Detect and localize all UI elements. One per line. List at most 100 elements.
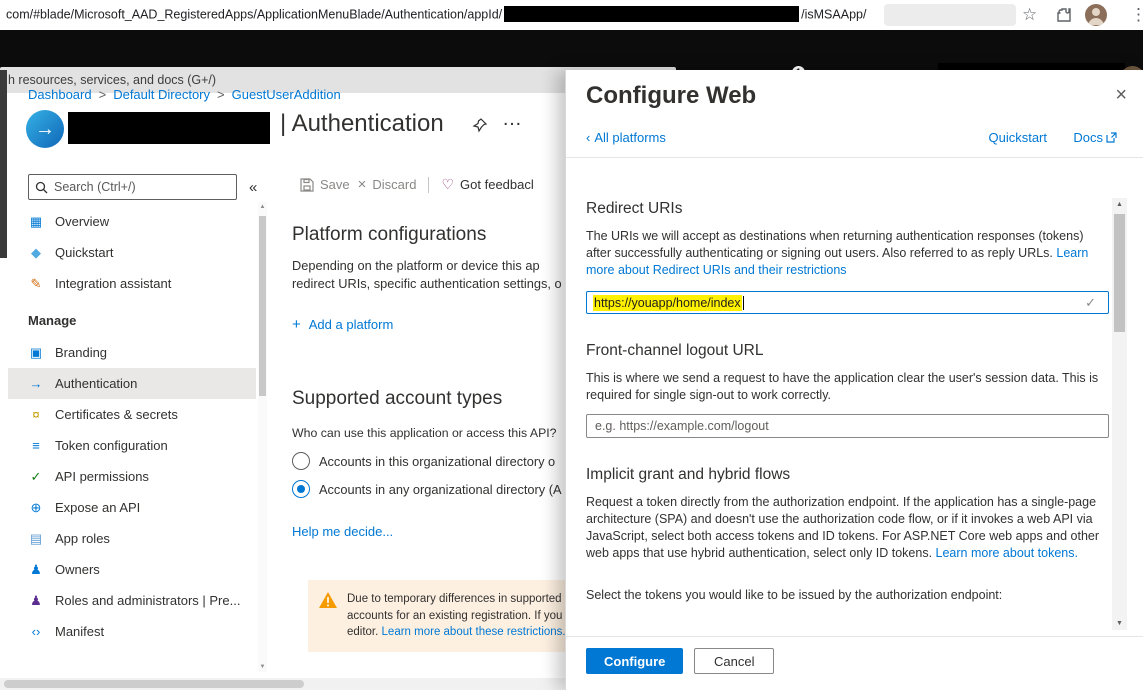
scroll-up-icon[interactable]: ▲: [258, 204, 267, 210]
pin-icon[interactable]: [472, 118, 487, 138]
save-button[interactable]: Save: [300, 177, 350, 192]
discard-button[interactable]: × Discard: [358, 176, 417, 193]
quickstart-link[interactable]: Quickstart: [988, 130, 1047, 145]
radio-single-tenant[interactable]: Accounts in this organizational director…: [292, 452, 555, 470]
app-registration-icon: →: [26, 110, 64, 148]
scroll-down-icon[interactable]: ▼: [1112, 620, 1127, 627]
scroll-up-icon[interactable]: ▲: [1112, 201, 1127, 208]
horizontal-scrollbar-thumb[interactable]: [4, 680, 304, 688]
extensions-puzzle-icon[interactable]: [1056, 7, 1072, 28]
panel-scrollbar-thumb[interactable]: [1114, 214, 1125, 332]
browser-profile-avatar[interactable]: [1085, 4, 1107, 26]
account-types-question: Who can use this application or access t…: [292, 426, 557, 440]
sidebar-item-token-configuration[interactable]: ≡Token configuration: [8, 430, 256, 461]
sidebar-item-label: Integration assistant: [55, 276, 171, 291]
branding-icon: ▣: [28, 345, 44, 361]
url-prefix: com/#blade/Microsoft_AAD_RegisteredApps/…: [6, 7, 502, 21]
browser-chrome: com/#blade/Microsoft_AAD_RegisteredApps/…: [0, 0, 1143, 30]
got-feedback-button[interactable]: ♡ Got feedbacl: [441, 176, 533, 193]
sidebar-item-authentication[interactable]: → Authentication: [8, 368, 256, 399]
scrollbar-thumb[interactable]: [259, 216, 266, 396]
sidebar-item-label: Authentication: [55, 376, 137, 391]
warning-restrictions-link[interactable]: Learn more about these restrictions.: [382, 626, 565, 638]
scroll-down-icon[interactable]: ▼: [258, 664, 267, 670]
sidebar-search-input[interactable]: [54, 180, 219, 194]
overview-icon: ▦: [28, 214, 44, 230]
warning-line2: accounts for an existing registration. I…: [347, 608, 565, 625]
breadcrumb-directory[interactable]: Default Directory: [113, 87, 210, 102]
sidebar-collapse-icon[interactable]: «: [249, 179, 257, 196]
configure-button[interactable]: Configure: [586, 648, 683, 674]
bookmark-star-icon[interactable]: ☆: [1022, 5, 1037, 25]
panel-title: Configure Web: [586, 82, 756, 110]
docs-label: Docs: [1073, 130, 1103, 145]
redacted-app-id: [504, 6, 799, 22]
azure-top-bar: h resources, services, and docs (G+/) >_…: [0, 30, 1143, 70]
platform-desc-line1: Depending on the platform or device this…: [292, 258, 540, 273]
radio-selected-icon[interactable]: [292, 480, 310, 498]
screen: com/#blade/Microsoft_AAD_RegisteredApps/…: [0, 0, 1143, 690]
logout-url-input[interactable]: [586, 414, 1109, 438]
sidebar-item-certificates[interactable]: ¤Certificates & secrets: [8, 399, 256, 430]
warning-triangle-icon: [318, 591, 338, 609]
sidebar-item-integration-assistant[interactable]: ✎ Integration assistant: [8, 268, 256, 299]
more-actions-icon[interactable]: …: [502, 108, 524, 131]
sidebar-item-manifest[interactable]: ‹›Manifest: [8, 616, 256, 647]
sidebar-item-branding[interactable]: ▣Branding: [8, 337, 256, 368]
warning-line3-text: editor.: [347, 626, 382, 638]
address-bar[interactable]: com/#blade/Microsoft_AAD_RegisteredApps/…: [6, 7, 866, 23]
breadcrumb: Dashboard>Default Directory>GuestUserAdd…: [28, 87, 341, 102]
main-content: Save × Discard ♡ Got feedbacl Platform c…: [292, 170, 565, 678]
input-valid-check-icon: ✓: [1085, 295, 1096, 311]
breadcrumb-dashboard[interactable]: Dashboard: [28, 87, 92, 102]
page-title: | Authentication: [280, 110, 444, 138]
external-link-icon: [1106, 132, 1117, 143]
browser-menu-icon[interactable]: ⋮: [1130, 5, 1143, 25]
platform-configurations-heading: Platform configurations: [292, 224, 486, 246]
sidebar-item-label: Quickstart: [55, 245, 114, 260]
sidebar-item-label: Manifest: [55, 624, 104, 639]
cancel-button[interactable]: Cancel: [694, 648, 774, 674]
redirect-uri-value: https://youapp/home/index: [593, 295, 742, 311]
docs-link[interactable]: Docs: [1073, 130, 1117, 145]
sidebar-search[interactable]: [28, 174, 237, 200]
sidebar-item-app-roles[interactable]: ▤App roles: [8, 523, 256, 554]
add-platform-button[interactable]: + Add a platform: [292, 316, 393, 333]
close-icon[interactable]: ×: [1115, 84, 1127, 107]
radio-unselected-icon[interactable]: [292, 452, 310, 470]
redirect-uri-input[interactable]: https://youapp/home/index ✓: [586, 291, 1109, 314]
authentication-icon: →: [28, 376, 44, 391]
platform-desc-line2: redirect URIs, specific authentication s…: [292, 276, 562, 291]
radio-label: Accounts in any organizational directory…: [319, 482, 562, 497]
sidebar-item-owners[interactable]: ♟Owners: [8, 554, 256, 585]
tokens-learn-more-link[interactable]: Learn more about tokens.: [936, 546, 1078, 560]
help-me-decide-link[interactable]: Help me decide...: [292, 524, 393, 539]
front-channel-logout-desc: This is where we send a request to have …: [586, 370, 1110, 404]
breadcrumb-app[interactable]: GuestUserAddition: [232, 87, 341, 102]
select-tokens-label: Select the tokens you would like to be i…: [586, 587, 1110, 604]
roles-administrators-icon: ♟: [28, 593, 44, 609]
sidebar-item-api-permissions[interactable]: ✓API permissions: [8, 461, 256, 492]
warning-line1: Due to temporary differences in supporte…: [347, 591, 565, 608]
sidebar-item-label: Roles and administrators | Pre...: [55, 593, 240, 608]
discard-label: Discard: [372, 177, 416, 192]
panel-scrollbar[interactable]: ▲ ▼: [1112, 198, 1127, 630]
integration-assistant-icon: ✎: [28, 276, 44, 292]
discard-x-icon: ×: [358, 176, 367, 193]
sidebar-item-roles-administrators[interactable]: ♟ Roles and administrators | Pre...: [8, 585, 256, 616]
horizontal-scrollbar[interactable]: [0, 678, 565, 690]
toolbar-divider: [428, 177, 429, 193]
sidebar-item-label: Expose an API: [55, 500, 140, 515]
sidebar-scrollbar[interactable]: ▲ ▼: [258, 202, 267, 672]
radio-multi-tenant[interactable]: Accounts in any organizational directory…: [292, 480, 562, 498]
configure-web-panel: Configure Web × ‹All platforms Quickstar…: [565, 70, 1143, 690]
sidebar-item-label: Overview: [55, 214, 109, 229]
radio-label: Accounts in this organizational director…: [319, 454, 555, 469]
sidebar-item-quickstart[interactable]: ◆Quickstart: [8, 237, 256, 268]
url-suffix: /isMSAApp/: [801, 7, 866, 21]
sidebar-item-expose-api[interactable]: ⊕ Expose an API: [8, 492, 256, 523]
sidebar-item-overview[interactable]: ▦ Overview: [8, 206, 256, 237]
all-platforms-back-link[interactable]: ‹All platforms: [586, 130, 666, 145]
expose-api-icon: ⊕: [28, 500, 44, 516]
sidebar-item-label: Owners: [55, 562, 100, 577]
